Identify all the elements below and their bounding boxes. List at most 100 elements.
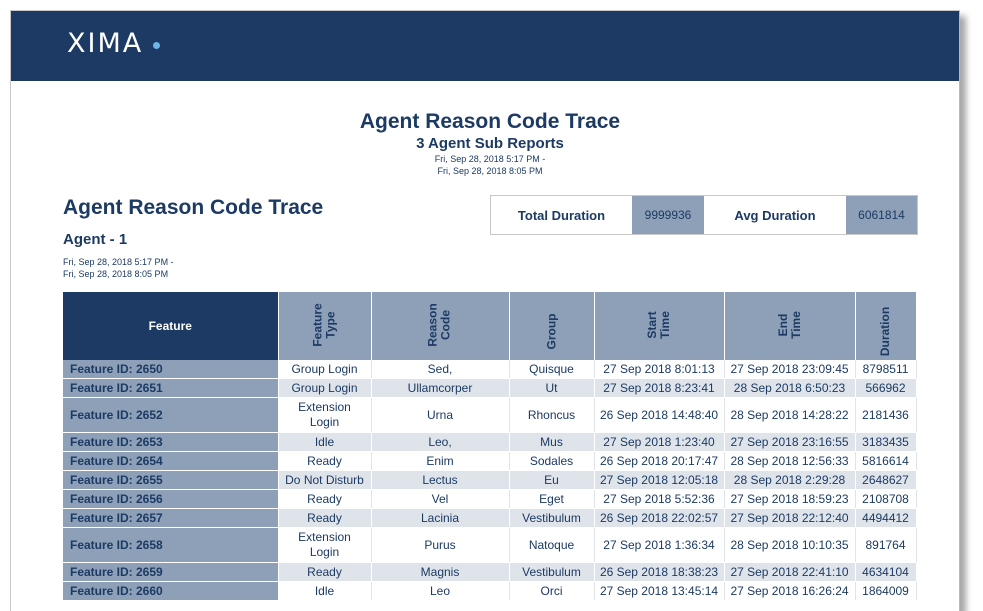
cell-duration: 891764 [855, 527, 917, 563]
cell-feature-id: Feature ID: 2654 [63, 451, 279, 471]
cell-feature-type: Group Login [278, 360, 372, 379]
cell-reason-code: Magnis [371, 562, 510, 582]
cell-end-time: 27 Sep 2018 22:41:10 [724, 562, 856, 582]
cell-group: Quisque [509, 360, 595, 379]
cell-group: Natoque [509, 527, 595, 563]
report-page: XIMA Agent Reason Code Trace 3 Agent Sub… [10, 10, 960, 611]
cell-feature-type-l1: Extension [298, 530, 351, 544]
cell-end-time: 28 Sep 2018 12:56:33 [724, 451, 856, 471]
cell-start-time: 26 Sep 2018 20:17:47 [594, 451, 725, 471]
cell-group: Rhoncus [509, 397, 595, 433]
cell-start-time: 26 Sep 2018 22:02:57 [594, 508, 725, 528]
report-date-start: Fri, Sep 28, 2018 5:17 PM - [434, 154, 546, 164]
cell-group: Mus [509, 432, 595, 452]
table-row: Feature ID: 2653 Idle Leo, Mus 27 Sep 2018 1… [63, 432, 917, 452]
cell-group: Orci [509, 581, 595, 601]
cell-feature-type: Ready [278, 451, 372, 471]
table-row: Feature ID: 2652 Extension Login Urna Rhoncu… [63, 397, 917, 433]
cell-feature-type: Idle [278, 432, 372, 452]
cell-feature-id: Feature ID: 2653 [63, 432, 279, 452]
cell-group: Eget [509, 489, 595, 509]
cell-reason-code: Ullamcorper [371, 378, 510, 398]
cell-reason-code: Vel [371, 489, 510, 509]
cell-feature-type: Group Login [278, 378, 372, 398]
report-title-block: Agent Reason Code Trace 3 Agent Sub Repo… [11, 109, 959, 177]
cell-start-time: 27 Sep 2018 1:23:40 [594, 432, 725, 452]
cell-duration: 2648627 [855, 470, 917, 490]
cell-feature-type: Extension Login [278, 527, 372, 563]
agent-title: Agent - 1 [63, 231, 128, 248]
table-header-row: Feature Feature Type Reason Code Group Sta… [63, 292, 917, 360]
cell-group: Vestibulum [509, 562, 595, 582]
cell-reason-code: Leo, [371, 432, 510, 452]
table-row: Feature ID: 2658 Extension Login Purus Natoq… [63, 527, 917, 563]
col-header-start-time: Start Time [594, 292, 725, 360]
col-header-reason-code-l2: Code [438, 310, 453, 341]
total-duration-label: Total Duration [517, 207, 606, 223]
cell-group: Sodales [509, 451, 595, 471]
col-header-start-time-l1: Start [644, 311, 659, 339]
cell-group: Eu [509, 470, 595, 490]
cell-start-time: 27 Sep 2018 1:36:34 [594, 527, 725, 563]
cell-end-time: 27 Sep 2018 23:16:55 [724, 432, 856, 452]
table-row: Feature ID: 2650 Group Login Sed, Quisque 27… [63, 360, 917, 379]
cell-reason-code: Sed, [371, 360, 510, 379]
table-row: Feature ID: 2660 Idle Leo Orci 27 Sep 2018 1… [63, 581, 917, 601]
cell-reason-code: Purus [371, 527, 510, 563]
cell-start-time: 27 Sep 2018 12:05:18 [594, 470, 725, 490]
cell-feature-type-l1: Do Not Disturb [285, 472, 364, 487]
feature-table: Feature Feature Type Reason Code Group Sta… [63, 292, 917, 601]
cell-feature-id: Feature ID: 2656 [63, 489, 279, 509]
cell-duration: 2108708 [855, 489, 917, 509]
cell-end-time: 28 Sep 2018 6:50:23 [724, 378, 856, 398]
report-date-end: Fri, Sep 28, 2018 8:05 PM [437, 166, 543, 176]
report-subtitle: 3 Agent Sub Reports [416, 135, 564, 152]
table-row: Feature ID: 2659 Ready Magnis Vestibulum 26 … [63, 562, 917, 582]
cell-feature-type-l1: Extension [298, 400, 351, 414]
table-row: Feature ID: 2651 Group Login Ullamcorper Ut… [63, 378, 917, 398]
cell-group: Ut [509, 378, 595, 398]
col-header-duration-label: Duration [878, 306, 892, 357]
cell-feature-type: Ready [278, 508, 372, 528]
avg-duration-label: Avg Duration [734, 207, 816, 223]
col-header-feature-type: Feature Type [278, 292, 372, 360]
cell-duration: 566962 [855, 378, 917, 398]
col-header-feature-type-l2: Type [323, 311, 338, 339]
logo-text: XIMA [67, 28, 144, 59]
cell-feature-type-l2: Login [309, 415, 340, 429]
table-row: Feature ID: 2654 Ready Enim Sodales 26 Sep 2… [63, 451, 917, 471]
cell-start-time: 27 Sep 2018 8:01:13 [594, 360, 725, 379]
cell-feature-type-l1: Idle [314, 583, 335, 598]
cell-feature-type-l1: Group Login [291, 361, 358, 376]
cell-feature-type-l1: Idle [314, 434, 335, 449]
cell-feature-type: Extension Login [278, 397, 372, 433]
cell-feature-type: Do Not Disturb [278, 470, 372, 490]
col-header-end-time-l2: Time [788, 311, 803, 339]
agent-date-start: Fri, Sep 28, 2018 5:17 PM - [63, 257, 174, 267]
col-header-group-label: Group [544, 313, 558, 350]
cell-end-time: 27 Sep 2018 22:12:40 [724, 508, 856, 528]
cell-feature-id: Feature ID: 2660 [63, 581, 279, 601]
agent-date-end: Fri, Sep 28, 2018 8:05 PM [63, 269, 169, 279]
cell-feature-type-l2: Login [309, 545, 340, 559]
cell-start-time: 27 Sep 2018 13:45:14 [594, 581, 725, 601]
cell-start-time: 26 Sep 2018 14:48:40 [594, 397, 725, 433]
cell-feature-type: Ready [278, 562, 372, 582]
cell-reason-code: Enim [371, 451, 510, 471]
cell-feature-id: Feature ID: 2651 [63, 378, 279, 398]
cell-start-time: 26 Sep 2018 18:38:23 [594, 562, 725, 582]
report-title: Agent Reason Code Trace [359, 110, 621, 133]
cell-reason-code: Urna [371, 397, 510, 433]
cell-start-time: 27 Sep 2018 5:52:36 [594, 489, 725, 509]
cell-reason-code: Leo [371, 581, 510, 601]
col-header-group: Group [509, 292, 595, 360]
cell-group: Vestibulum [509, 508, 595, 528]
col-header-reason-code: Reason Code [371, 292, 510, 360]
cell-feature-type-l1: Ready [307, 491, 342, 506]
cell-feature-id: Feature ID: 2655 [63, 470, 279, 490]
cell-feature-id: Feature ID: 2650 [63, 360, 279, 379]
cell-duration: 2181436 [855, 397, 917, 433]
col-header-feature: Feature [63, 292, 279, 360]
cell-feature-id: Feature ID: 2658 [63, 527, 279, 563]
duration-summary: Total Duration 9999936 Avg Duration 6061… [490, 195, 918, 235]
